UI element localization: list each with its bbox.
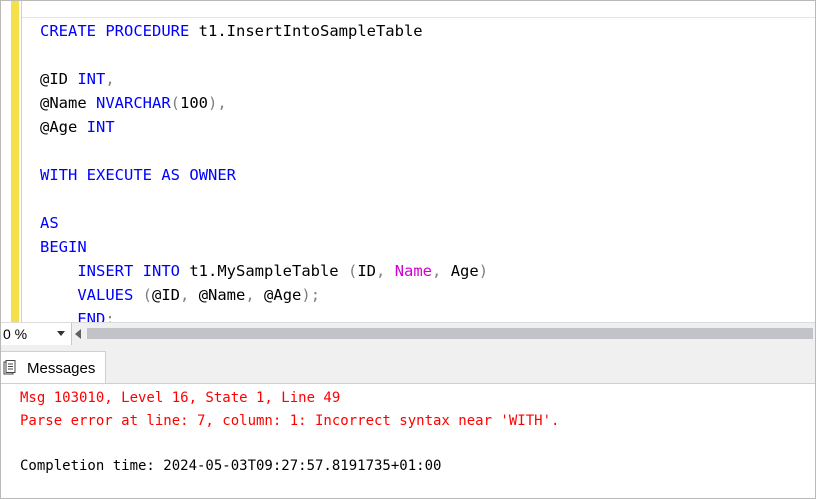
code-line: INSERT INTO t1.MySampleTable (ID, Name, … <box>40 259 488 283</box>
code-token: ( <box>142 286 153 304</box>
code-token: @Age <box>40 118 87 136</box>
code-line: VALUES (@ID, @Name, @Age); <box>40 283 488 307</box>
code-token: AS <box>161 166 181 184</box>
zoom-value: 0 % <box>3 326 28 342</box>
code-token: , <box>245 286 255 304</box>
chevron-down-icon[interactable] <box>57 331 65 336</box>
code-token: PROCEDURE <box>105 22 190 40</box>
code-token: @ID <box>40 70 78 88</box>
zoom-dropdown[interactable]: 0 % <box>1 323 72 345</box>
code-token: @Name <box>189 286 246 304</box>
code-token: Name <box>394 262 433 280</box>
code-line: END; <box>40 307 488 322</box>
code-token: AS <box>40 214 59 232</box>
code-token: , <box>376 262 386 280</box>
code-token: INT <box>77 70 106 88</box>
change-tracking-gutter <box>11 1 19 322</box>
error-message-detail: Parse error at line: 7, column: 1: Incor… <box>20 413 560 429</box>
sql-query-window: CREATE PROCEDURE t1.InsertIntoSampleTabl… <box>0 0 816 499</box>
code-line: @Name NVARCHAR(100), <box>40 91 488 115</box>
messages-pane[interactable]: Msg 103010, Level 16, State 1, Line 49 P… <box>1 383 815 498</box>
code-token: ; <box>105 310 115 322</box>
scroll-left-icon[interactable] <box>75 329 81 339</box>
results-tabstrip: Messages <box>1 345 815 384</box>
code-token: BEGIN <box>40 238 87 256</box>
code-line: @Age INT <box>40 115 488 139</box>
code-token: VALUES <box>77 286 134 304</box>
editor-status-bar: 0 % <box>1 322 815 346</box>
code-token: 100 <box>180 94 208 112</box>
code-token: WITH <box>40 166 78 184</box>
code-token: , <box>432 262 442 280</box>
code-token: Age <box>441 262 479 280</box>
code-token: @ID <box>152 286 181 304</box>
code-token: t1.InsertIntoSampleTable <box>189 22 423 40</box>
query-editor[interactable]: CREATE PROCEDURE t1.InsertIntoSampleTabl… <box>1 1 815 322</box>
code-token: ( <box>170 94 180 112</box>
messages-icon <box>3 360 16 375</box>
code-token: ( <box>347 262 358 280</box>
tab-messages-label: Messages <box>27 360 96 377</box>
code-line: WITH EXECUTE AS OWNER <box>40 163 488 187</box>
error-message-header: Msg 103010, Level 16, State 1, Line 49 <box>20 390 341 406</box>
sql-code[interactable]: CREATE PROCEDURE t1.InsertIntoSampleTabl… <box>40 19 488 322</box>
code-token: t1.MySampleTable <box>180 262 348 280</box>
code-line: CREATE PROCEDURE t1.InsertIntoSampleTabl… <box>40 19 488 43</box>
code-line: BEGIN <box>40 235 488 259</box>
code-token: END <box>77 310 106 322</box>
code-token: , <box>180 286 190 304</box>
tab-messages[interactable]: Messages <box>1 351 106 384</box>
code-line: @ID INT, <box>40 67 488 91</box>
code-token: EXECUTE <box>86 166 152 184</box>
completion-time: Completion time: 2024-05-03T09:27:57.819… <box>20 458 442 474</box>
code-token: , <box>105 70 115 88</box>
code-token: ), <box>208 94 227 112</box>
horizontal-scrollbar-thumb[interactable] <box>87 328 813 339</box>
code-token: NVARCHAR <box>96 94 171 112</box>
code-token: INT <box>86 118 115 136</box>
code-token: CREATE <box>40 22 96 40</box>
code-token: @Name <box>40 94 96 112</box>
editor-top-strip <box>22 1 815 18</box>
code-line: AS <box>40 211 488 235</box>
code-token: ) <box>478 262 489 280</box>
gutter-divider <box>21 1 22 322</box>
code-token: OWNER <box>189 166 237 184</box>
code-token: ); <box>301 286 321 304</box>
code-token: @Age <box>254 286 302 304</box>
code-token: INSERT <box>77 262 134 280</box>
code-token: ID <box>357 262 376 280</box>
code-token: INTO <box>142 262 180 280</box>
